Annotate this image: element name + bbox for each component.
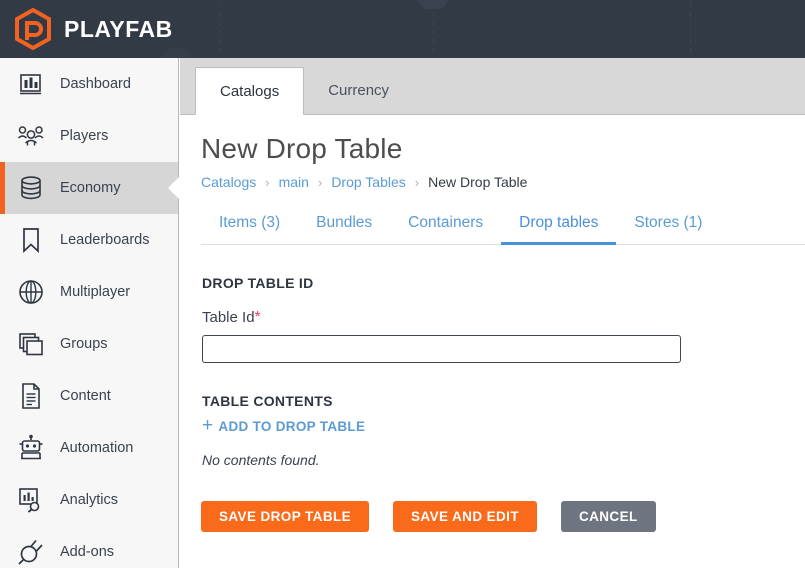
empty-contents-message: No contents found. <box>202 452 320 468</box>
breadcrumb-item-catalogs[interactable]: Catalogs <box>201 174 256 190</box>
sidebar-item-label: Groups <box>60 336 108 352</box>
document-icon <box>16 381 46 411</box>
top-tab-bar: Catalogs Currency <box>180 58 805 115</box>
sidebar-item-label: Content <box>60 388 111 404</box>
sidebar-item-leaderboards[interactable]: Leaderboards <box>0 214 178 266</box>
globe-icon <box>16 277 46 307</box>
people-icon <box>16 121 46 151</box>
add-to-drop-table-label: ADD TO DROP TABLE <box>218 419 366 434</box>
subtab-bundles[interactable]: Bundles <box>298 208 390 245</box>
sidebar-item-dashboard[interactable]: Dashboard <box>0 58 178 110</box>
save-drop-table-button[interactable]: SAVE DROP TABLE <box>201 501 370 532</box>
sidebar-item-economy[interactable]: Economy <box>0 162 178 214</box>
table-contents-section: TABLE CONTENTS + ADD TO DROP TABLE No co… <box>201 393 805 468</box>
form-action-buttons: SAVE DROP TABLE SAVE AND EDIT CANCEL <box>201 501 805 532</box>
sidebar-item-add-ons[interactable]: Add-ons <box>0 526 178 568</box>
breadcrumb-separator-icon: › <box>414 174 420 190</box>
subtab-items[interactable]: Items (3) <box>201 208 298 245</box>
sidebar-item-label: Add-ons <box>60 544 115 560</box>
sidebar-item-label: Analytics <box>60 492 119 508</box>
table-id-label: Table Id* <box>202 309 805 327</box>
plug-icon <box>16 537 46 567</box>
breadcrumb-item-current: New Drop Table <box>428 174 528 190</box>
cancel-button[interactable]: CANCEL <box>560 501 656 532</box>
sidebar-item-multiplayer[interactable]: Multiplayer <box>0 266 178 318</box>
sidebar-item-label: Leaderboards <box>60 232 150 248</box>
page-title: New Drop Table <box>201 133 403 164</box>
save-and-edit-button[interactable]: SAVE AND EDIT <box>393 501 537 532</box>
section-heading-drop-table-id: DROP TABLE ID <box>202 275 314 291</box>
playfab-hexagon-logo-icon <box>12 7 54 51</box>
section-heading-table-contents: TABLE CONTENTS <box>202 393 333 409</box>
sidebar-item-content[interactable]: Content <box>0 370 178 422</box>
sidebar-item-players[interactable]: Players <box>0 110 178 162</box>
tab-currency[interactable]: Currency <box>304 66 413 114</box>
plus-icon: + <box>202 415 214 436</box>
table-id-input[interactable] <box>202 335 681 363</box>
layers-icon <box>16 329 46 359</box>
breadcrumb: Catalogs › main › Drop Tables › New Drop… <box>201 174 805 190</box>
subtab-containers[interactable]: Containers <box>390 208 501 245</box>
brand-logo[interactable]: PLAYFAB <box>12 7 173 51</box>
subtab-drop-tables[interactable]: Drop tables <box>501 208 617 245</box>
subtab-stores[interactable]: Stores (1) <box>616 208 720 245</box>
robot-icon <box>16 433 46 463</box>
app-root: PLAYFAB Dashboard Players Economy Leader… <box>0 0 805 568</box>
breadcrumb-separator-icon: › <box>265 174 270 190</box>
bookmark-icon <box>16 225 46 255</box>
required-asterisk-icon: * <box>254 309 261 326</box>
sidebar-item-label: Dashboard <box>60 76 131 92</box>
catalog-subtab-bar: Items (3) Bundles Containers Drop tables… <box>201 208 805 245</box>
table-id-label-text: Table Id <box>202 309 255 326</box>
sidebar-item-groups[interactable]: Groups <box>0 318 178 370</box>
sidebar-item-analytics[interactable]: Analytics <box>0 474 178 526</box>
bar-chart-icon <box>16 69 46 99</box>
breadcrumb-separator-icon: › <box>317 174 323 190</box>
tab-catalogs[interactable]: Catalogs <box>195 67 305 115</box>
breadcrumb-item-drop-tables[interactable]: Drop Tables <box>331 174 405 190</box>
add-to-drop-table-button[interactable]: + ADD TO DROP TABLE <box>202 415 366 436</box>
sidebar-item-label: Economy <box>60 180 121 196</box>
breadcrumb-item-main[interactable]: main <box>279 174 309 190</box>
sidebar-item-label: Automation <box>60 440 134 456</box>
sidebar-item-label: Players <box>60 128 109 144</box>
main-content: Catalogs Currency New Drop Table Catalog… <box>180 58 805 568</box>
chart-search-icon <box>16 485 46 515</box>
sidebar-item-automation[interactable]: Automation <box>0 422 178 474</box>
sidebar-item-label: Multiplayer <box>60 284 131 300</box>
page-body: New Drop Table Catalogs › main › Drop Ta… <box>180 115 805 532</box>
sidebar-nav: Dashboard Players Economy Leaderboards M… <box>0 58 179 568</box>
coins-stack-icon <box>16 173 46 203</box>
brand-name: PLAYFAB <box>64 15 173 42</box>
drop-table-id-section: DROP TABLE ID Table Id* <box>201 275 805 363</box>
top-header-bar: PLAYFAB <box>0 0 805 58</box>
